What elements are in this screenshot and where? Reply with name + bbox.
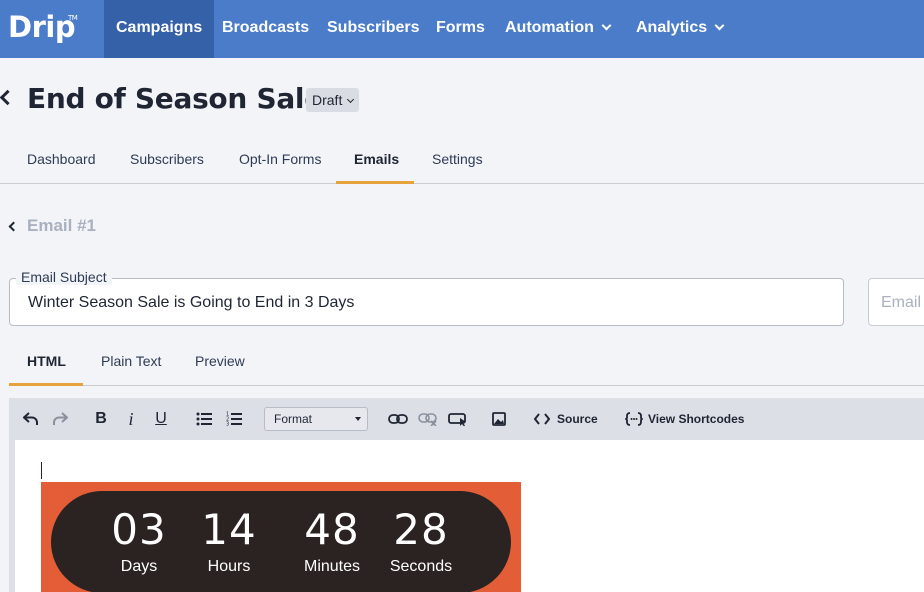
tab-dashboard[interactable]: Dashboard [9,140,114,184]
view-shortcodes-button[interactable]: View Shortcodes [648,398,744,440]
code-icon[interactable] [533,398,551,440]
campaign-tabs: Dashboard Subscribers Opt-In Forms Email… [0,140,924,184]
editor-tabs: HTML Plain Text Preview [9,343,924,386]
text-cursor [41,462,42,479]
undo-icon[interactable] [21,398,41,440]
italic-button[interactable]: i [124,398,138,440]
nav-broadcasts[interactable]: Broadcasts [210,0,321,58]
countdown-seconds-label: Seconds [389,558,453,575]
nav-forms[interactable]: Forms [424,0,497,58]
back-arrow-icon[interactable] [0,89,16,106]
email-title: Email #1 [27,216,96,235]
chevron-down-icon [601,20,612,31]
nav-broadcasts-label: Broadcasts [222,19,310,36]
nav-campaigns-label: Campaigns [116,19,203,36]
nav-subscribers-label: Subscribers [327,19,420,36]
underline-button[interactable]: U [153,398,169,440]
nav-automation-label: Automation [505,19,594,36]
editor-body[interactable]: 03 Days 14 Hours 48 Minutes 28 Seconds [9,440,924,592]
svg-text:3: 3 [226,422,229,427]
page-title: End of Season Sale [27,82,323,115]
logo-text: Drip [8,10,76,44]
numbered-list-icon[interactable]: 123 [225,398,243,440]
nav-analytics-label: Analytics [636,19,708,36]
tab-html[interactable]: HTML [9,343,83,386]
button-link-icon[interactable] [447,398,469,440]
countdown-hours-value: 14 [201,505,257,554]
chevron-down-icon [714,20,725,31]
redo-icon[interactable] [50,398,70,440]
countdown-minutes-label: Minutes [303,558,361,575]
countdown-timer-image[interactable]: 03 Days 14 Hours 48 Minutes 28 Seconds [41,482,521,592]
status-dropdown[interactable]: Draft [306,88,360,112]
source-button[interactable]: Source [557,398,598,440]
status-label: Draft [312,92,343,108]
countdown-days-label: Days [120,558,158,575]
email-subject-value: Winter Season Sale is Going to End in 3 … [28,294,355,311]
nav-subscribers[interactable]: Subscribers [315,0,431,58]
nav-automation[interactable]: Automation [493,0,622,58]
tab-emails[interactable]: Emails [336,140,414,184]
shortcode-icon[interactable] [624,398,644,440]
drip-logo[interactable]: Drip TM [8,10,78,44]
countdown-minutes-value: 48 [304,505,360,554]
editor-toolbar: B i U 123 Format Source View Shortcodes [9,398,924,440]
tab-plain-text[interactable]: Plain Text [83,343,179,386]
email-subject-label: Email Subject [16,269,112,285]
email-subject-field[interactable]: Winter Season Sale is Going to End in 3 … [9,278,844,326]
link-icon[interactable] [387,398,409,440]
tab-preview[interactable]: Preview [177,343,263,386]
countdown-days-value: 03 [111,505,167,554]
countdown-seconds-value: 28 [393,505,449,554]
tab-opt-in-forms[interactable]: Opt-In Forms [221,140,339,184]
email-preview-placeholder: Email P [881,294,924,311]
tab-settings[interactable]: Settings [414,140,501,184]
caret-down-icon [355,417,361,421]
email-preview-field[interactable]: Email P [868,278,924,326]
chevron-down-icon [347,95,355,104]
logo-trademark: TM [68,14,78,22]
nav-forms-label: Forms [436,19,485,36]
bold-button[interactable]: B [93,398,109,440]
image-icon[interactable] [490,398,508,440]
countdown-hours-label: Hours [207,558,251,575]
nav-campaigns[interactable]: Campaigns [104,0,215,58]
top-nav: Drip TM Campaigns Broadcasts Subscribers … [0,0,924,58]
chevron-left-icon[interactable] [8,221,19,232]
format-select[interactable]: Format [264,407,368,431]
unlink-icon[interactable] [417,398,439,440]
bullet-list-icon[interactable] [195,398,213,440]
nav-analytics[interactable]: Analytics [624,0,735,58]
countdown-pill: 03 Days 14 Hours 48 Minutes 28 Seconds [51,491,511,592]
tab-subscribers[interactable]: Subscribers [112,140,222,184]
format-select-label: Format [274,412,313,426]
